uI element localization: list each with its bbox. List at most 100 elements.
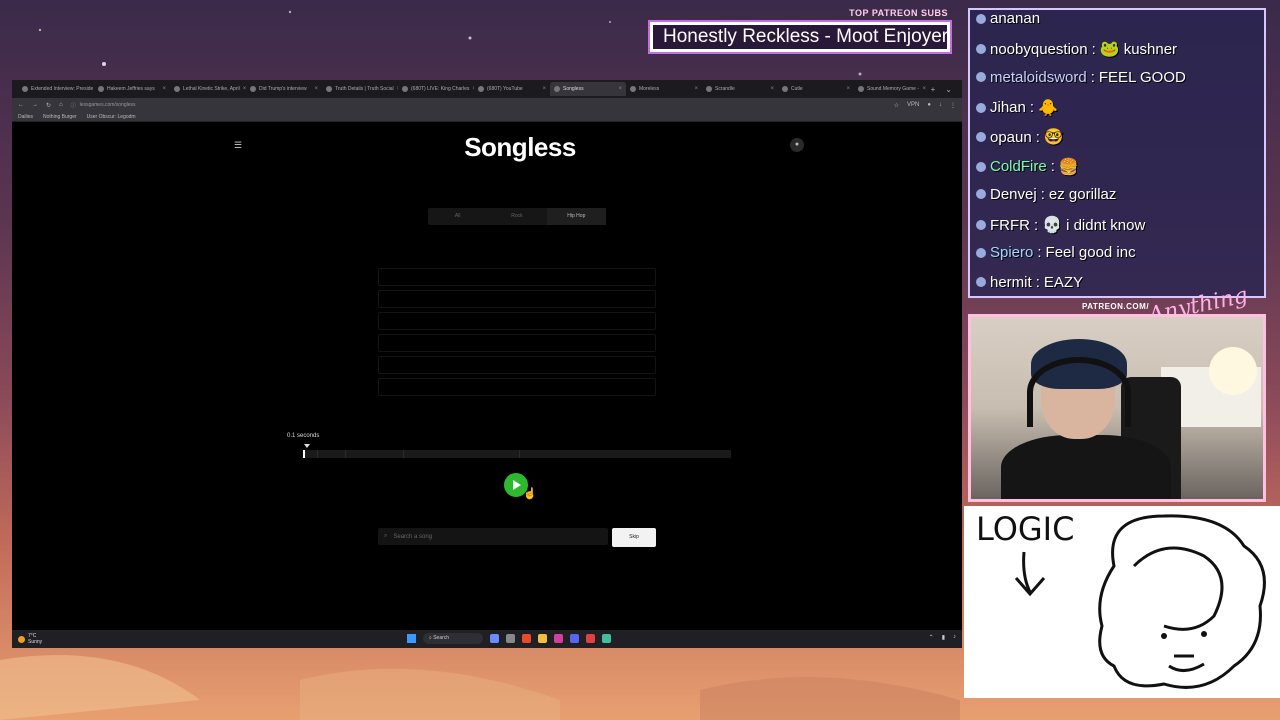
- chat-username[interactable]: hermit: [990, 274, 1032, 291]
- menu-icon[interactable]: ⋮: [950, 102, 956, 109]
- browser-tab[interactable]: Songless ×: [550, 82, 626, 96]
- bookmark-item[interactable]: User Obscur: Legodm: [87, 114, 136, 120]
- browser-tab[interactable]: (680T) LIVE: King Charles×: [398, 82, 474, 96]
- close-tab-icon[interactable]: ×: [618, 86, 622, 92]
- chat-message: metaloidsword: FEEL GOOD: [976, 69, 1186, 86]
- tab-search-icon[interactable]: ⌄: [945, 85, 952, 94]
- discord-icon[interactable]: [570, 634, 579, 643]
- browser-tab[interactable]: Cutle ×: [778, 82, 854, 96]
- close-tab-icon[interactable]: ×: [694, 86, 698, 92]
- bookmarks-bar: Dailies Nothing Burger User Obscur: Legodm: [12, 112, 962, 122]
- close-tab-icon[interactable]: ×: [314, 86, 318, 92]
- song-search-input[interactable]: ⌕ Search a song: [378, 528, 608, 545]
- chat-username[interactable]: ananan: [990, 10, 1040, 27]
- forward-icon[interactable]: →: [32, 102, 38, 108]
- tab-favicon-icon: [554, 86, 560, 92]
- chat-username[interactable]: FRFR: [990, 217, 1030, 234]
- browser-tab[interactable]: Hakeem Jeffries says ×: [94, 82, 170, 96]
- user-account-icon[interactable]: ●: [790, 138, 804, 152]
- chat-panel: ananan noobyquestion: 🐸 kushner metaloidswor…: [968, 8, 1266, 298]
- browser-tab[interactable]: Did Trump's interview ×: [246, 82, 322, 96]
- tray-chevron-icon[interactable]: ⌃: [929, 634, 934, 641]
- drawing-panel: LOGIC: [964, 506, 1280, 698]
- songless-logo[interactable]: Songless: [442, 132, 598, 163]
- skip-button[interactable]: Skip: [612, 528, 656, 547]
- chat-emote-icon: 🤓: [1043, 129, 1064, 147]
- bookmark-star-icon[interactable]: ☆: [894, 102, 899, 109]
- tab-label: Did Trump's interview: [259, 86, 307, 92]
- volume-icon[interactable]: ♪: [953, 634, 956, 641]
- network-icon[interactable]: ▮: [942, 634, 945, 641]
- progress-segment-divider: [403, 450, 404, 458]
- downloads-icon[interactable]: ↓: [939, 102, 942, 109]
- task-view-icon[interactable]: [490, 634, 499, 643]
- chat-message: FRFR: 💀 i didnt know: [976, 215, 1145, 235]
- chat-username[interactable]: Spiero: [990, 244, 1033, 261]
- folder-icon[interactable]: [538, 634, 547, 643]
- back-icon[interactable]: ←: [18, 102, 24, 108]
- game-app-icon[interactable]: [602, 634, 611, 643]
- tab-favicon-icon: [22, 86, 28, 92]
- close-tab-icon[interactable]: ×: [846, 86, 850, 92]
- songless-page: ☰ Songless ● All Rock Hip Hop 0.1 seconds …: [12, 122, 962, 630]
- vpn-badge[interactable]: VPN: [907, 102, 919, 109]
- tab-favicon-icon: [98, 86, 104, 92]
- chat-username[interactable]: metaloidsword: [990, 69, 1087, 86]
- progress-segment-divider: [345, 450, 346, 458]
- chat-message: opaun: 🤓: [976, 127, 1064, 147]
- home-icon[interactable]: ⌂: [59, 102, 63, 108]
- browser-app-icon[interactable]: [522, 634, 531, 643]
- chat-username[interactable]: noobyquestion: [990, 41, 1088, 58]
- weather-condition: Sunny: [28, 639, 43, 645]
- chrome-icon[interactable]: [586, 634, 595, 643]
- tab-label: Scrandle: [715, 86, 735, 92]
- address-bar-tools: ☆ VPN ● ↓ ⋮: [894, 102, 956, 109]
- browser-tab[interactable]: Moreless ×: [626, 82, 702, 96]
- guess-slot: [378, 312, 656, 330]
- browser-tab[interactable]: (680T) YouTube ×: [474, 82, 550, 96]
- chat-username[interactable]: Jihan: [990, 99, 1026, 116]
- genre-tab[interactable]: All: [428, 208, 487, 225]
- genre-tab[interactable]: Hip Hop: [546, 208, 606, 225]
- new-tab-icon[interactable]: +: [931, 85, 936, 94]
- tab-favicon-icon: [706, 86, 712, 92]
- file-icon[interactable]: [506, 634, 515, 643]
- taskbar-search[interactable]: ⌕ Search: [423, 633, 483, 644]
- close-tab-icon[interactable]: ×: [770, 86, 774, 92]
- bookmark-item[interactable]: Dailies: [18, 114, 33, 120]
- browser-tab[interactable]: Truth Details | Truth Social×: [322, 82, 398, 96]
- reload-icon[interactable]: ↻: [46, 102, 51, 109]
- seconds-label: 0.1 seconds: [287, 433, 320, 439]
- extensions-icon[interactable]: ●: [927, 102, 931, 109]
- tab-favicon-icon: [478, 86, 484, 92]
- site-info-icon[interactable]: ⓘ: [71, 102, 76, 109]
- windows-start-icon[interactable]: [407, 634, 416, 643]
- chat-text: EAZY: [1043, 273, 1084, 291]
- chat-separator: :: [1050, 158, 1055, 175]
- taskbar-apps: ⌕ Search: [407, 633, 611, 644]
- chat-separator: :: [1034, 216, 1039, 234]
- browser-tab[interactable]: Scrandle ×: [702, 82, 778, 96]
- media-app-icon[interactable]: [554, 634, 563, 643]
- streamer-body: [1001, 435, 1171, 499]
- tab-favicon-icon: [782, 86, 788, 92]
- browser-tab[interactable]: Sound Memory Game - ×: [854, 82, 930, 96]
- chat-username[interactable]: opaun: [990, 129, 1032, 146]
- browser-tab[interactable]: Extended Interview: Preside×: [18, 82, 94, 96]
- bookmark-item[interactable]: Nothing Burger: [43, 114, 77, 120]
- chat-username[interactable]: ColdFire: [990, 158, 1047, 175]
- close-tab-icon[interactable]: ×: [542, 86, 546, 92]
- chat-message: hermit: EAZY: [976, 274, 1083, 291]
- genre-tab[interactable]: Rock: [487, 208, 546, 225]
- hamburger-menu-icon[interactable]: ☰: [234, 140, 242, 151]
- system-tray: ⌃ ▮ ♪: [929, 634, 956, 641]
- chat-separator: :: [1035, 128, 1040, 146]
- progress-marker-icon: [304, 444, 310, 448]
- chat-username[interactable]: Denvej: [990, 186, 1037, 203]
- browser-tab[interactable]: Lethal Kinetic Strike, April ×: [170, 82, 246, 96]
- close-tab-icon[interactable]: ×: [922, 86, 926, 92]
- url-field[interactable]: ⓘ lessgames.com/songless: [71, 102, 886, 109]
- guess-slot: [378, 356, 656, 374]
- close-tab-icon[interactable]: ×: [162, 86, 166, 92]
- weather-widget[interactable]: 7°C Sunny: [18, 633, 42, 645]
